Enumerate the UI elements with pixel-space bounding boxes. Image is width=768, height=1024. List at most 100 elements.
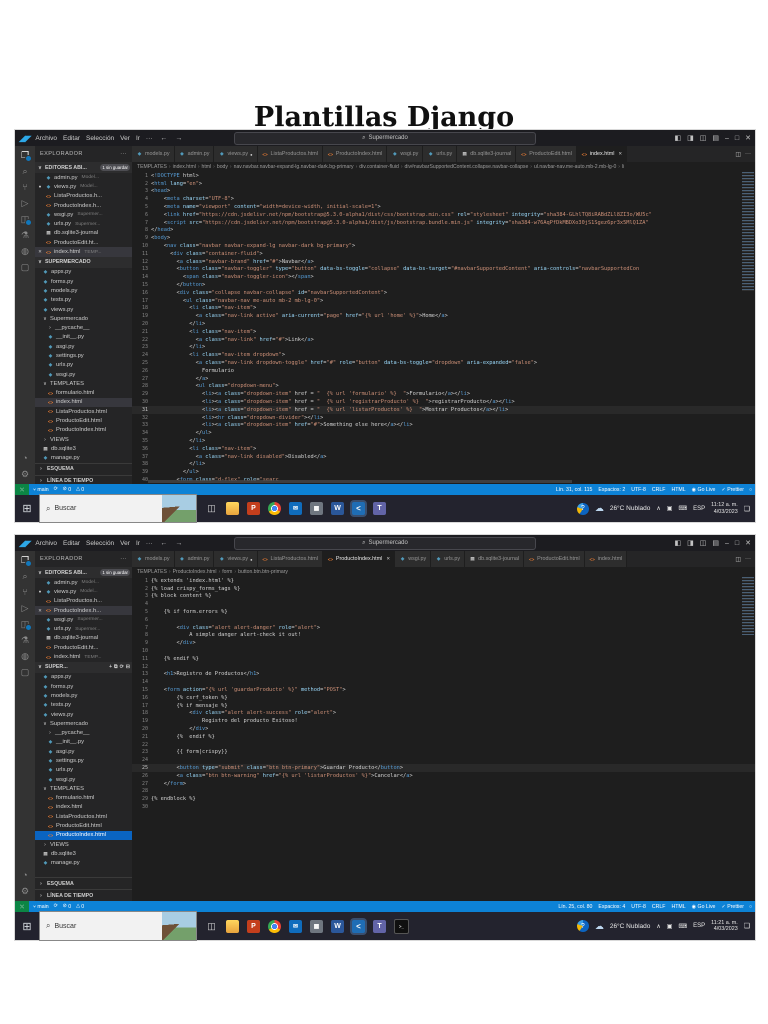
- open-editor-item[interactable]: ✕ <> ProductoIndex.h...: [35, 605, 132, 616]
- minimap[interactable]: [742, 577, 754, 901]
- status-git-branch[interactable]: ⑂ main: [33, 904, 49, 910]
- open-editor-item[interactable]: <> ProductoEdit.ht...: [35, 238, 132, 247]
- layout-panel-icon[interactable]: ◨: [687, 539, 694, 547]
- tray-photos-icon[interactable]: ▣: [667, 923, 673, 930]
- tree-item-templates[interactable]: ∨ TEMPLATES: [35, 784, 132, 793]
- chrome-icon[interactable]: [268, 919, 281, 933]
- chevron-up-icon[interactable]: ∧: [656, 923, 660, 930]
- layout-customize-icon[interactable]: ▤: [712, 539, 719, 547]
- menu-ir[interactable]: Ir: [136, 540, 140, 547]
- menu-more[interactable]: ···: [146, 135, 153, 142]
- testing-icon[interactable]: ⚗: [21, 636, 29, 645]
- breadcrumb-item[interactable]: TEMPLATES: [137, 569, 167, 575]
- tree-item-wsgi-py[interactable]: ◆ wsgi.py: [35, 775, 132, 784]
- extensions-icon[interactable]: ◫: [21, 215, 33, 226]
- tree-item-urls-py[interactable]: ◆ urls.py: [35, 766, 132, 775]
- forward-icon[interactable]: →: [175, 540, 182, 547]
- remote-explorer-icon[interactable]: ▢: [21, 668, 30, 677]
- explorer-icon[interactable]: ❐: [21, 151, 33, 162]
- account-icon[interactable]: ◔: [22, 454, 27, 463]
- split-editor-icon[interactable]: ◫: [735, 151, 741, 158]
- extensions-icon[interactable]: ◫: [21, 620, 33, 631]
- section-l-nea-de-tiempo[interactable]: › LÍNEA DE TIEMPO: [35, 474, 132, 484]
- settings-icon[interactable]: ⚙: [21, 887, 29, 896]
- remote-indicator[interactable]: ⤬: [15, 484, 29, 495]
- search-icon[interactable]: ⌕: [22, 167, 27, 176]
- tree-item-asgi-py[interactable]: ◆ asgi.py: [35, 342, 132, 351]
- breadcrumb-item[interactable]: nav.navbar.navbar-expand-lg.navbar-dark.…: [234, 164, 354, 170]
- tree-item-db-sqlite3[interactable]: ▤ db.sqlite3: [35, 849, 132, 858]
- source-control-icon[interactable]: ⑂: [22, 183, 27, 192]
- breadcrumb-item[interactable]: body: [217, 164, 228, 170]
- tree-item-init-py[interactable]: ◆ __init__.py: [35, 738, 132, 747]
- status-item-go-live[interactable]: ◉ Go Live: [692, 487, 716, 493]
- breadcrumb-item[interactable]: button.btn.btn-primary: [238, 569, 288, 575]
- tray-app-icon[interactable]: ?: [576, 502, 589, 515]
- open-editor-item[interactable]: ◆ wsgi.py Supermer...: [35, 615, 132, 624]
- chevron-up-icon[interactable]: ∧: [656, 505, 660, 512]
- close-icon[interactable]: ✕: [745, 134, 751, 142]
- status-item-utf-8[interactable]: UTF-8: [631, 487, 646, 493]
- tree-item-listaproductos-html[interactable]: <> ListaProductos.html: [35, 407, 132, 416]
- tree-item-db-sqlite3[interactable]: ▤ db.sqlite3: [35, 444, 132, 453]
- status-item-l-n-25-col-80[interactable]: Lín. 25, col. 80: [558, 904, 592, 910]
- tree-item-apps-py[interactable]: ◆ apps.py: [35, 673, 132, 682]
- open-editor-item[interactable]: ▤ db.sqlite3-journal: [35, 634, 132, 643]
- vscode-icon[interactable]: <: [352, 919, 365, 933]
- status-error[interactable]: ⊘ 0: [63, 904, 71, 910]
- open-editor-item[interactable]: ◆ urls.py Supermer...: [35, 624, 132, 633]
- status-git-branch[interactable]: ⑂ main: [33, 487, 49, 493]
- tab-db-sqlite3-journal[interactable]: ▤ db.sqlite3-journal: [457, 146, 517, 162]
- tree-item-supermercado[interactable]: ∨ Supermercado: [35, 314, 132, 323]
- task-view-icon[interactable]: ◫: [205, 502, 218, 515]
- notifications-bell-icon[interactable]: ○: [749, 487, 752, 493]
- more-actions-icon[interactable]: ···: [120, 151, 127, 157]
- search-highlight-image[interactable]: [162, 495, 196, 522]
- open-editor-item[interactable]: <> ListaProductos.h...: [35, 597, 132, 606]
- word-icon[interactable]: W: [331, 919, 344, 933]
- project-section-header[interactable]: ∨ SUPER... + ⧉ ⟳ ⊟: [35, 661, 132, 673]
- tree-item-formulario-html[interactable]: <> formulario.html: [35, 794, 132, 803]
- file-explorer-icon[interactable]: [226, 502, 239, 515]
- status-item-crlf[interactable]: CRLF: [652, 904, 666, 910]
- tab-views-py[interactable]: ◆ views.py ●: [214, 146, 258, 162]
- tree-item-forms-py[interactable]: ◆ forms.py: [35, 277, 132, 286]
- tree-item-productoedit-html[interactable]: <> ProductoEdit.html: [35, 416, 132, 425]
- start-button[interactable]: ⊞: [15, 920, 39, 933]
- more-actions-icon[interactable]: ···: [745, 556, 751, 562]
- tab-index-html[interactable]: <> index.html ✕: [576, 146, 628, 162]
- close-icon[interactable]: ✕: [37, 249, 43, 255]
- tree-item-views-py[interactable]: ◆ views.py: [35, 710, 132, 719]
- tab-productoindex-html[interactable]: <> ProductoIndex.html ✕: [322, 551, 396, 567]
- tab-listaproductos-html[interactable]: <> ListaProductos.html: [257, 551, 323, 567]
- tab-urls-py[interactable]: ◆ urls.py: [431, 551, 466, 567]
- close-icon[interactable]: ✕: [386, 556, 390, 562]
- status-sync[interactable]: ⟳: [54, 487, 58, 493]
- tree-item-settings-py[interactable]: ◆ settings.py: [35, 351, 132, 360]
- open-editor-item[interactable]: <> ListaProductos.h...: [35, 192, 132, 201]
- collapse-folders-icon[interactable]: ⊟: [126, 664, 130, 670]
- close-icon[interactable]: ✕: [618, 151, 622, 157]
- tree-item-init-py[interactable]: ◆ __init__.py: [35, 333, 132, 342]
- open-editor-item[interactable]: ◆ admin.py Model...: [35, 173, 132, 182]
- tab-wsgi-py[interactable]: ◆ wsgi.py: [387, 146, 424, 162]
- menu-ver[interactable]: Ver: [120, 540, 130, 547]
- open-editor-item[interactable]: <> index.html TEMP...: [35, 652, 132, 661]
- breadcrumb-item[interactable]: html: [202, 164, 212, 170]
- tab-productoindex-html[interactable]: <> ProductoIndex.html: [322, 146, 388, 162]
- minimize-icon[interactable]: –: [725, 540, 729, 547]
- language-indicator[interactable]: ESP: [693, 506, 705, 512]
- chrome-icon[interactable]: [268, 502, 281, 515]
- close-icon[interactable]: ✕: [745, 539, 751, 547]
- status-item-go-live[interactable]: ◉ Go Live: [692, 904, 716, 910]
- tab-productoedit-html[interactable]: <> ProductoEdit.html: [516, 146, 577, 162]
- open-editor-item[interactable]: ◆ admin.py Model...: [35, 578, 132, 587]
- action-center-icon[interactable]: ❏: [744, 505, 750, 513]
- tray-photos-icon[interactable]: ▣: [667, 505, 673, 512]
- run-debug-icon[interactable]: ▷: [22, 199, 29, 208]
- tab-listaproductos-html[interactable]: <> ListaProductos.html: [257, 146, 323, 162]
- status-item-utf-8[interactable]: UTF-8: [631, 904, 646, 910]
- breadcrumb-item[interactable]: div#navbarSupportedContent.collapse.navb…: [405, 164, 529, 170]
- code-editor[interactable]: 1 {% extends 'index.html' %} 2 {% load cris…: [132, 577, 755, 901]
- run-debug-icon[interactable]: ▷: [22, 604, 29, 613]
